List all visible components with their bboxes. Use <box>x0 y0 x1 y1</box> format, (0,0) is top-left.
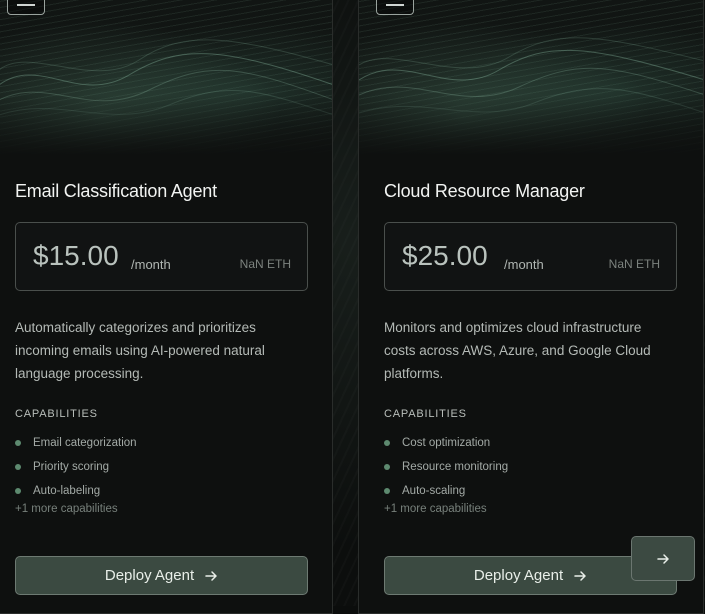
wave-pattern <box>0 39 332 116</box>
price-period: /month <box>504 257 544 272</box>
capability-item: Auto-scaling <box>384 479 508 503</box>
arrow-right-icon <box>205 570 217 581</box>
agent-title: Email Classification Agent <box>15 181 217 201</box>
price-value: $25.00 <box>402 240 488 271</box>
capability-label: Auto-scaling <box>402 485 466 497</box>
capability-label: Priority scoring <box>33 461 110 473</box>
price-period: /month <box>131 257 171 272</box>
capabilities-heading: CAPABILITIES <box>15 408 98 420</box>
eth-price: NaN ETH <box>239 257 291 271</box>
capability-label: Auto-labeling <box>33 485 101 497</box>
price-box: $25.00 /month NaN ETH <box>384 222 677 291</box>
logo-box-icon <box>376 0 414 15</box>
capability-item: Priority scoring <box>15 455 137 479</box>
deploy-label: Deploy Agent <box>473 567 564 584</box>
bullet-dot-icon <box>384 464 390 470</box>
capabilities-list: Cost optimization Resource monitoring Au… <box>384 431 508 503</box>
more-capabilities: +1 more capabilities <box>15 503 118 515</box>
capability-item: Cost optimization <box>384 431 508 455</box>
bullet-dot-icon <box>384 488 390 494</box>
bullet-dot-icon <box>384 440 390 446</box>
deploy-label: Deploy Agent <box>104 567 195 584</box>
capability-label: Cost optimization <box>402 437 491 449</box>
bullet-dot-icon <box>15 464 21 470</box>
eth-price: NaN ETH <box>608 257 660 271</box>
agent-description: Monitors and optimizes cloud infrastruct… <box>384 320 651 381</box>
wave-pattern <box>359 37 703 114</box>
capability-label: Resource monitoring <box>402 461 509 473</box>
arrow-right-icon <box>574 570 586 581</box>
arrow-right-icon <box>657 553 669 564</box>
capabilities-heading: CAPABILITIES <box>384 408 467 420</box>
agent-card: Email Classification Agent $15.00 /month… <box>0 0 333 614</box>
carousel-next-button[interactable] <box>631 536 695 581</box>
bullet-dot-icon <box>15 440 21 446</box>
agent-title: Cloud Resource Manager <box>384 181 585 201</box>
card-hero-image <box>0 0 332 155</box>
bullet-dot-icon <box>15 488 21 494</box>
card-hero-image <box>359 0 703 155</box>
price-box: $15.00 /month NaN ETH <box>15 222 308 291</box>
capabilities-list: Email categorization Priority scoring Au… <box>15 431 137 503</box>
capability-label: Email categorization <box>33 437 137 449</box>
deploy-agent-button[interactable]: Deploy Agent <box>15 556 308 595</box>
price-value: $15.00 <box>33 240 119 271</box>
capability-item: Resource monitoring <box>384 455 508 479</box>
capability-item: Auto-labeling <box>15 479 137 503</box>
capability-item: Email categorization <box>15 431 137 455</box>
logo-box-icon <box>7 0 45 15</box>
more-capabilities: +1 more capabilities <box>384 503 487 515</box>
agent-card: Cloud Resource Manager $25.00 /month NaN… <box>358 0 704 614</box>
agent-description: Automatically categorizes and prioritize… <box>15 320 265 381</box>
